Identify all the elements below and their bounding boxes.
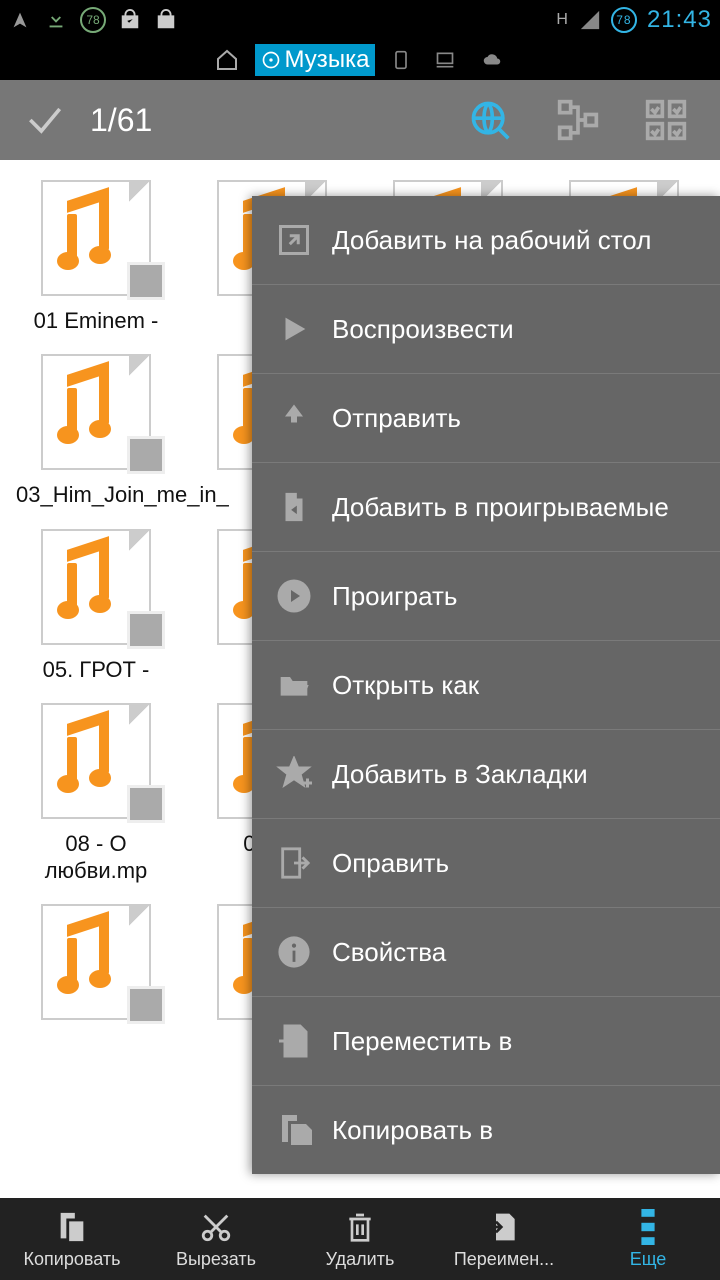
move-icon xyxy=(274,1021,314,1061)
signal-icon xyxy=(579,9,601,31)
file-item[interactable]: 05. ГРОТ - xyxy=(10,519,182,689)
menu-open-as[interactable]: Открыть как xyxy=(252,641,720,730)
usb-icon xyxy=(8,8,32,32)
file-label: 01 Eminem - xyxy=(34,308,159,334)
music-file-icon xyxy=(31,350,161,476)
menu-bookmark[interactable]: Добавить в Закладки xyxy=(252,730,720,819)
tab-music[interactable]: Музыка xyxy=(255,44,376,76)
play-icon xyxy=(274,309,314,349)
delete-label: Удалить xyxy=(326,1249,395,1270)
more-icon xyxy=(641,1209,655,1245)
file-item[interactable]: 08 - О любви.mp xyxy=(10,693,182,890)
menu-send2[interactable]: Оправить xyxy=(252,819,720,908)
menu-add-playlist[interactable]: Добавить в проигрываемые xyxy=(252,463,720,552)
rename-button[interactable]: Переимен... xyxy=(432,1198,576,1280)
bag-icon-2 xyxy=(154,8,178,32)
menu-label: Отправить xyxy=(332,403,461,434)
copy-label: Копировать xyxy=(24,1249,121,1270)
menu-label: Свойства xyxy=(332,937,446,968)
star-plus-icon xyxy=(274,754,314,794)
menu-label: Добавить в проигрываемые xyxy=(332,492,669,523)
menu-label: Добавить на рабочий стол xyxy=(332,225,651,256)
more-label: Еще xyxy=(630,1249,667,1270)
deselect-button[interactable] xyxy=(0,98,90,142)
computer-icon[interactable] xyxy=(427,48,463,72)
more-button[interactable]: Еще xyxy=(576,1198,720,1280)
menu-label: Копировать в xyxy=(332,1115,493,1146)
selection-toolbar: 1/61 xyxy=(0,80,720,160)
menu-play2[interactable]: Проиграть xyxy=(252,552,720,641)
file-label: 03_Him_Join_me_in_ xyxy=(16,482,176,508)
clock-text: 21:43 xyxy=(647,6,712,34)
rename-icon xyxy=(488,1209,520,1245)
phone-icon[interactable] xyxy=(385,46,417,74)
battery-circle-icon: 78 xyxy=(80,7,106,33)
file-item[interactable]: 03_Him_Join_me_in_ xyxy=(10,344,182,514)
home-icon[interactable] xyxy=(209,46,245,74)
menu-copy-to[interactable]: Копировать в xyxy=(252,1086,720,1174)
menu-label: Открыть как xyxy=(332,670,479,701)
cut-button[interactable]: Вырезать xyxy=(144,1198,288,1280)
status-bar: 78 H 78 21:43 xyxy=(0,0,720,40)
nav-tabs: Музыка xyxy=(0,40,720,80)
cut-label: Вырезать xyxy=(176,1249,256,1270)
menu-add-desktop[interactable]: Добавить на рабочий стол xyxy=(252,196,720,285)
tab-music-label: Музыка xyxy=(285,46,370,74)
network-icon: H xyxy=(556,11,569,29)
copy-button[interactable]: Копировать xyxy=(0,1198,144,1280)
file-item[interactable]: 01 Eminem - xyxy=(10,170,182,340)
tree-view-button[interactable] xyxy=(554,96,602,144)
bottom-toolbar: Копировать Вырезать Удалить Переимен... … xyxy=(0,1198,720,1280)
copy-icon xyxy=(55,1209,89,1245)
selection-counter: 1/61 xyxy=(90,102,466,139)
cloud-icon[interactable] xyxy=(473,49,511,71)
search-button[interactable] xyxy=(466,96,514,144)
file-label: 05. ГРОТ - xyxy=(43,657,150,683)
download-icon xyxy=(44,8,68,32)
export-icon xyxy=(274,843,314,883)
folder-open-icon xyxy=(274,665,314,705)
menu-move-to[interactable]: Переместить в xyxy=(252,997,720,1086)
music-file-icon xyxy=(31,525,161,651)
music-file-icon xyxy=(31,176,161,302)
menu-label: Добавить в Закладки xyxy=(332,759,588,790)
file-item[interactable] xyxy=(10,894,182,1038)
trash-icon xyxy=(344,1209,376,1245)
clock-circle-icon: 78 xyxy=(611,7,637,33)
menu-label: Переместить в xyxy=(332,1026,512,1057)
menu-properties[interactable]: Свойства xyxy=(252,908,720,997)
scissors-icon xyxy=(199,1209,233,1245)
music-file-icon xyxy=(31,900,161,1026)
music-file-icon xyxy=(31,699,161,825)
info-icon xyxy=(274,932,314,972)
context-menu: Добавить на рабочий стол Воспроизвести О… xyxy=(252,196,720,1174)
menu-play[interactable]: Воспроизвести xyxy=(252,285,720,374)
menu-label: Воспроизвести xyxy=(332,314,514,345)
playlist-icon xyxy=(274,487,314,527)
rename-label: Переимен... xyxy=(454,1249,554,1270)
delete-button[interactable]: Удалить xyxy=(288,1198,432,1280)
play-circle-icon xyxy=(274,576,314,616)
bag-icon xyxy=(118,8,142,32)
menu-label: Оправить xyxy=(332,848,449,879)
shortcut-icon xyxy=(274,220,314,260)
copy-to-icon xyxy=(274,1110,314,1150)
share-icon xyxy=(274,398,314,438)
select-all-button[interactable] xyxy=(642,96,690,144)
menu-label: Проиграть xyxy=(332,581,457,612)
file-label: 08 - О любви.mp xyxy=(16,831,176,884)
menu-send[interactable]: Отправить xyxy=(252,374,720,463)
